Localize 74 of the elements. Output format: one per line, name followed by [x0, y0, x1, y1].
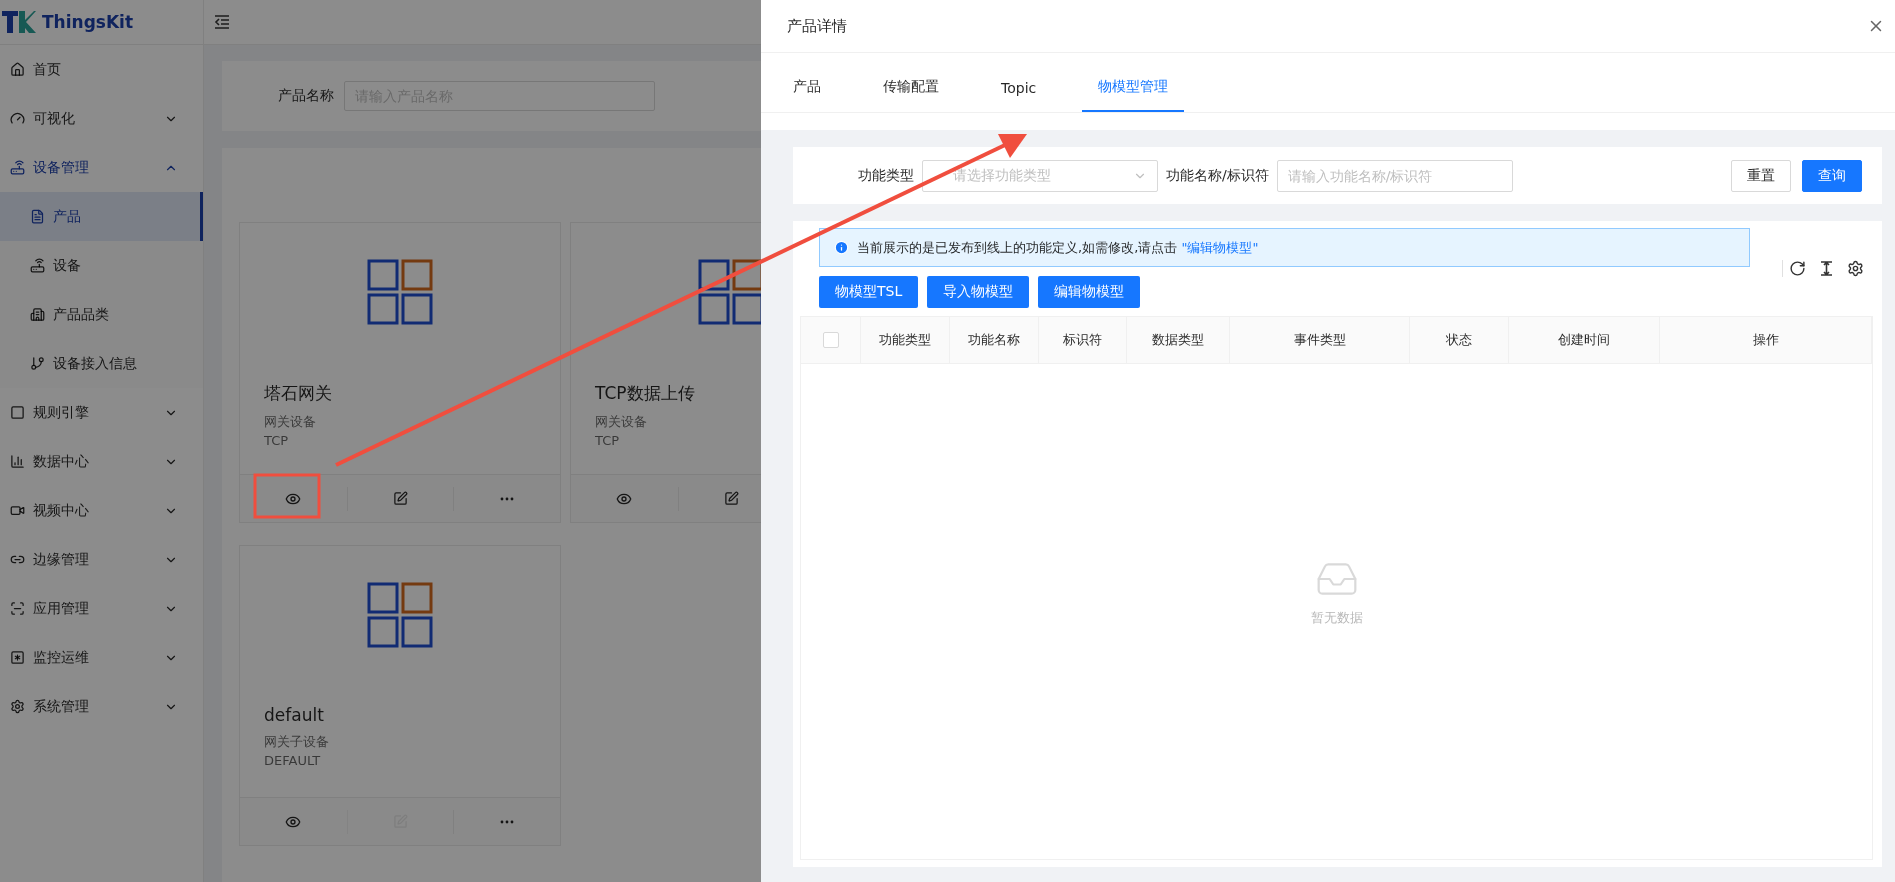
edit-icon	[393, 491, 408, 506]
reset-button[interactable]: 重置	[1731, 159, 1791, 192]
more-icon	[500, 819, 515, 824]
tab[interactable]: 传输配置	[867, 78, 955, 112]
column-header: 数据类型	[1127, 317, 1230, 363]
menu-icon	[10, 650, 25, 665]
empty-message: 暂无数据	[1310, 608, 1363, 627]
device-type: 网关设备	[595, 413, 648, 431]
menu-item[interactable]: 边缘管理	[0, 535, 203, 584]
product-name: 塔石网关	[264, 382, 333, 405]
tab[interactable]: Topic	[985, 80, 1053, 112]
menu-item[interactable]: 应用管理	[0, 584, 203, 633]
menu-item[interactable]: 系统管理	[0, 682, 203, 731]
menu-item[interactable]: 数据中心	[0, 437, 203, 486]
function-name-field[interactable]: 请输入功能名称/标识符	[1276, 159, 1513, 192]
column-header: 状态	[1410, 317, 1509, 363]
action-button[interactable]: 编辑物模型	[1038, 276, 1141, 308]
row-height-icon[interactable]	[1818, 259, 1835, 277]
menu-icon	[10, 699, 25, 714]
menu-item[interactable]: 视频中心	[0, 486, 203, 535]
field-label: 功能类型	[858, 166, 914, 185]
menu-icon	[10, 405, 25, 420]
query-button[interactable]: 查询	[1802, 159, 1862, 192]
menu-item[interactable]: 可视化	[0, 94, 203, 143]
highlight-frame	[253, 473, 321, 519]
column-header: 创建时间	[1509, 317, 1660, 363]
column-header: 功能类型	[861, 317, 950, 363]
select-all-checkbox[interactable]	[822, 332, 839, 348]
device-type: 网关设备	[264, 413, 317, 431]
column-header: 标识符	[1039, 317, 1127, 363]
tab[interactable]: 产品	[777, 78, 837, 112]
info-icon	[834, 240, 849, 255]
menu-collapse-icon[interactable]	[214, 14, 230, 30]
alert-message: 当前展示的是已发布到线上的功能定义,如需修改,请点击 "编辑物模型"	[857, 238, 1259, 257]
settings-icon[interactable]	[1847, 259, 1864, 277]
grid-logo-icon	[367, 582, 433, 648]
edit-model-link[interactable]: "编辑物模型"	[1181, 239, 1259, 255]
product-name: default	[264, 705, 325, 725]
more-icon	[500, 496, 515, 501]
field-label: 功能名称/标识符	[1166, 166, 1269, 185]
product-name: TCP数据上传	[595, 382, 696, 405]
logo-icon	[2, 11, 36, 33]
edit-icon	[724, 491, 739, 506]
menu-item[interactable]: 规则引擎	[0, 388, 203, 437]
refresh-icon[interactable]	[1789, 259, 1806, 277]
submenu-item[interactable]: 产品	[0, 192, 203, 241]
menu-icon	[30, 209, 45, 224]
menu-icon	[10, 503, 25, 518]
menu-icon	[10, 111, 25, 126]
menu-icon	[10, 62, 25, 77]
action-button[interactable]: 导入物模型	[927, 276, 1030, 308]
field-label: 产品名称	[278, 87, 334, 105]
protocol: DEFAULT	[264, 753, 322, 768]
menu-icon	[30, 258, 45, 273]
grid-logo-icon	[698, 259, 761, 325]
column-header: 事件类型	[1230, 317, 1410, 363]
menu-item[interactable]: 设备管理	[0, 143, 203, 192]
tab[interactable]: 物模型管理	[1082, 78, 1185, 112]
drawer-title: 产品详情	[787, 16, 847, 36]
device-type: 网关子设备	[264, 733, 330, 751]
menu-icon	[30, 307, 45, 322]
column-header: 功能名称	[950, 317, 1039, 363]
menu-item[interactable]: 首页	[0, 45, 203, 94]
menu-icon	[10, 601, 25, 616]
menu-item[interactable]: 监控运维	[0, 633, 203, 682]
protocol: TCP	[595, 433, 621, 448]
menu-icon	[10, 160, 25, 175]
menu-icon	[10, 454, 25, 469]
grid-logo-icon	[367, 259, 433, 325]
menu-icon	[30, 356, 45, 371]
logo-text: ThingsKit	[42, 12, 134, 32]
protocol: TCP	[264, 433, 290, 448]
action-button[interactable]: 物模型TSL	[819, 276, 919, 308]
column-header: 操作	[1660, 317, 1872, 363]
